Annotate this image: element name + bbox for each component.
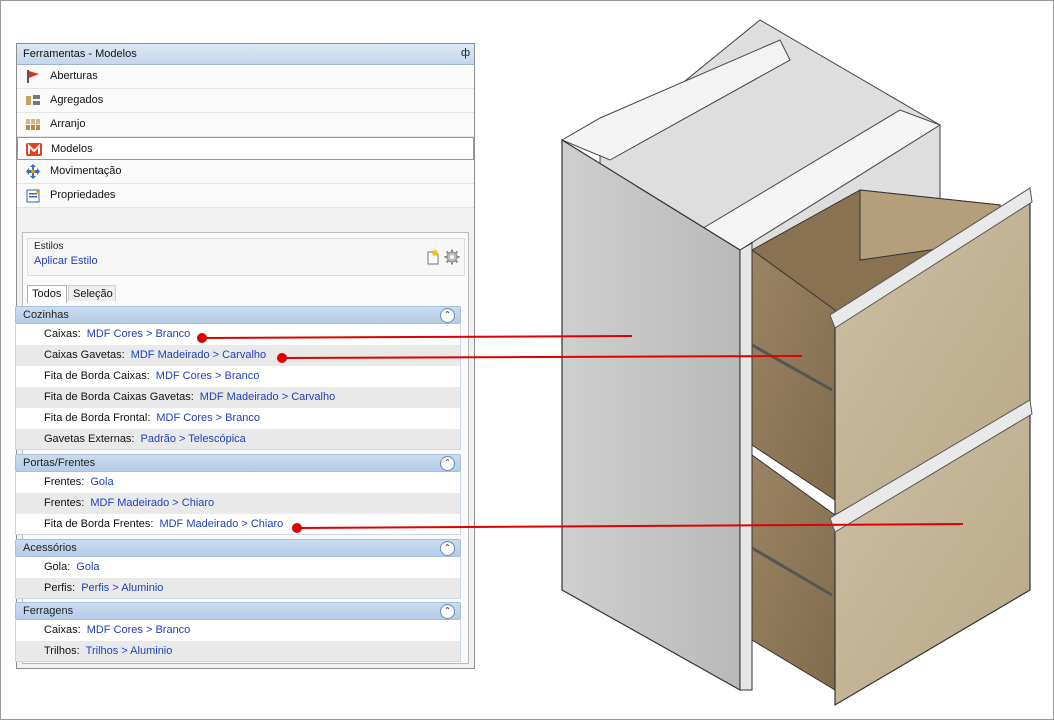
group-title: Ferragens — [23, 605, 74, 617]
property-key: Perfis: — [44, 582, 76, 594]
property-value[interactable]: MDF Madeirado > Chiaro — [159, 518, 283, 530]
property-row[interactable]: Fita de Borda Frentes: MDF Madeirado > Ch… — [15, 514, 461, 535]
menu-item-label: Aberturas — [50, 70, 98, 82]
group-header[interactable]: Acessórios ⌃ — [15, 539, 461, 557]
cabinet-left-edge — [739, 242, 753, 691]
menu-item-label: Modelos — [51, 143, 93, 155]
panel-titlebar: Ferramentas - Modelos ф — [17, 44, 474, 65]
property-key: Fita de Borda Caixas Gavetas: — [44, 391, 194, 403]
new-style-icon[interactable] — [426, 249, 440, 265]
property-value[interactable]: MDF Cores > Branco — [87, 328, 191, 340]
property-value[interactable]: MDF Cores > Branco — [156, 370, 260, 382]
collapse-icon[interactable]: ⌃ — [440, 604, 455, 619]
property-row[interactable]: Caixas: MDF Cores > Branco — [15, 620, 461, 641]
property-key: Caixas: — [44, 328, 81, 340]
property-value[interactable]: Perfis > Aluminio — [81, 582, 163, 594]
group-portas-frentes: Portas/Frentes ⌃ Frentes: Gola Frentes: MD… — [15, 454, 461, 535]
property-row[interactable]: Gola: Gola — [15, 557, 461, 578]
menu-item-movimentacao[interactable]: Movimentação — [17, 160, 474, 184]
property-key: Frentes: — [44, 476, 85, 488]
property-value[interactable]: MDF Madeirado > Carvalho — [131, 349, 266, 361]
property-key: Caixas Gavetas: — [44, 349, 125, 361]
apply-style-link[interactable]: Aplicar Estilo — [34, 255, 98, 267]
collapse-icon[interactable]: ⌃ — [440, 456, 455, 471]
property-value[interactable]: Trilhos > Aluminio — [86, 645, 173, 657]
styles-title: Estilos — [34, 241, 64, 252]
property-key: Caixas: — [44, 624, 81, 636]
menu-item-label: Agregados — [50, 94, 104, 106]
property-key: Gola: — [44, 561, 71, 573]
gear-icon[interactable] — [444, 249, 460, 265]
tab-todos[interactable]: Todos — [27, 285, 67, 303]
properties-icon — [26, 188, 40, 203]
collapse-icon[interactable]: ⌃ — [440, 541, 455, 556]
menu-item-label: Propriedades — [50, 189, 116, 201]
property-row[interactable]: Caixas Gavetas: MDF Madeirado > Carvalho — [15, 345, 461, 366]
menu-item-label: Arranjo — [50, 118, 86, 130]
group-header[interactable]: Portas/Frentes ⌃ — [15, 454, 461, 472]
tools-menu: Aberturas Agregados Arranjo Modelos Movi… — [17, 65, 474, 208]
models-m-icon — [26, 143, 42, 156]
menu-item-arranjo[interactable]: Arranjo — [17, 113, 474, 137]
group-title: Acessórios — [23, 542, 77, 554]
property-value[interactable]: MDF Cores > Branco — [156, 412, 260, 424]
menu-item-agregados[interactable]: Agregados — [17, 89, 474, 113]
collapse-icon[interactable]: ⌃ — [440, 308, 455, 323]
menu-item-aberturas[interactable]: Aberturas — [17, 65, 474, 89]
property-key: Fita de Borda Frentes: — [44, 518, 154, 530]
arrangement-icon — [26, 119, 40, 130]
cabinet-illustration — [560, 19, 1033, 707]
property-row[interactable]: Gavetas Externas: Padrão > Telescópica — [15, 429, 461, 450]
property-value[interactable]: Gola — [76, 561, 99, 573]
pin-icon[interactable]: ф — [461, 47, 470, 59]
move-arrows-icon — [26, 164, 40, 179]
property-key: Fita de Borda Caixas: — [44, 370, 150, 382]
property-value[interactable]: MDF Madeirado > Carvalho — [200, 391, 335, 403]
property-row[interactable]: Caixas: MDF Cores > Branco — [15, 324, 461, 345]
group-header[interactable]: Ferragens ⌃ — [15, 602, 461, 620]
group-title: Cozinhas — [23, 309, 69, 321]
property-key: Trilhos: — [44, 645, 80, 657]
panel-title: Ferramentas - Modelos — [23, 48, 137, 60]
group-title: Portas/Frentes — [23, 457, 96, 469]
property-row[interactable]: Fita de Borda Frontal: MDF Cores > Branco — [15, 408, 461, 429]
property-row[interactable]: Frentes: Gola — [15, 472, 461, 493]
styles-box: Estilos Aplicar Estilo — [27, 238, 465, 276]
property-row[interactable]: Fita de Borda Caixas: MDF Cores > Branco — [15, 366, 461, 387]
tab-selecao[interactable]: Seleção — [68, 285, 116, 301]
property-value[interactable]: Padrão > Telescópica — [141, 433, 246, 445]
flag-icon — [27, 70, 39, 83]
menu-item-modelos[interactable]: Modelos — [17, 137, 474, 160]
group-header[interactable]: Cozinhas ⌃ — [15, 306, 461, 324]
property-key: Gavetas Externas: — [44, 433, 135, 445]
property-row[interactable]: Fita de Borda Caixas Gavetas: MDF Madeira… — [15, 387, 461, 408]
property-value[interactable]: MDF Madeirado > Chiaro — [90, 497, 214, 509]
menu-item-propriedades[interactable]: Propriedades — [17, 184, 474, 208]
group-cozinhas: Cozinhas ⌃ Caixas: MDF Cores > Branco Cai… — [15, 306, 461, 450]
property-value[interactable]: Gola — [90, 476, 113, 488]
property-row[interactable]: Perfis: Perfis > Aluminio — [15, 578, 461, 599]
group-acessorios: Acessórios ⌃ Gola: Gola Perfis: Perfis > A… — [15, 539, 461, 599]
property-key: Fita de Borda Frontal: — [44, 412, 151, 424]
aggregate-icon — [26, 95, 40, 105]
group-ferragens: Ferragens ⌃ Caixas: MDF Cores > Branco Tr… — [15, 602, 461, 662]
property-row[interactable]: Frentes: MDF Madeirado > Chiaro — [15, 493, 461, 514]
property-key: Frentes: — [44, 497, 85, 509]
menu-item-label: Movimentação — [50, 165, 122, 177]
property-row[interactable]: Trilhos: Trilhos > Aluminio — [15, 641, 461, 662]
property-value[interactable]: MDF Cores > Branco — [87, 624, 191, 636]
